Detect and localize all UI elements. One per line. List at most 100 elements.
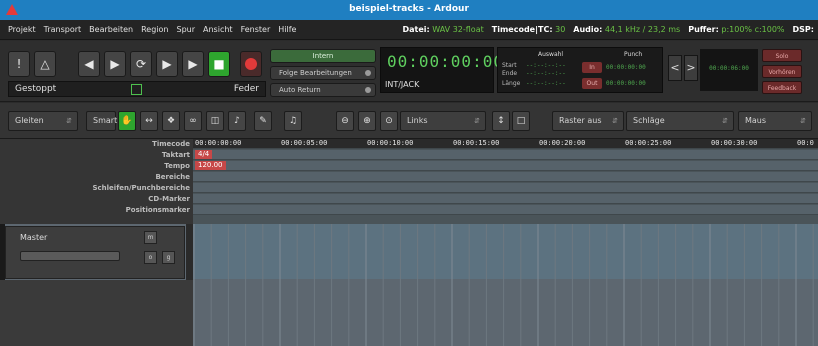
record-button[interactable] <box>240 51 262 77</box>
smart-mode-button[interactable]: Smart <box>86 111 118 131</box>
ruler-label-cd-marker[interactable]: CD-Marker <box>148 195 190 205</box>
tick-label: 00:00:10:00 <box>367 139 414 147</box>
timecode-status: Timecode|TC: 30 <box>491 25 566 34</box>
intern-button[interactable]: Intern <box>270 49 376 63</box>
vorhoren-button[interactable]: Vorhören <box>762 65 802 78</box>
mute-button[interactable]: m <box>144 231 157 244</box>
range-tool-icon[interactable]: ↔ <box>140 111 158 131</box>
laenge-value[interactable]: --:--:--:-- <box>526 80 566 87</box>
smart-label: Smart <box>93 116 118 125</box>
panic-button[interactable]: ! <box>8 51 30 77</box>
tempo-ruler[interactable]: 120.00 <box>193 161 818 171</box>
primary-clock[interactable]: 00:00:00:00 INT/JACK <box>380 47 503 93</box>
punch-in-value[interactable]: 00:00:00:00 <box>606 64 646 71</box>
zoom-focus-dropdown[interactable]: Links ⇵ <box>400 111 486 131</box>
cd-marker-ruler[interactable] <box>193 194 818 204</box>
zoom-in-icon[interactable]: ⊕ <box>358 111 376 131</box>
audition-tool-icon[interactable]: ◫ <box>206 111 224 131</box>
transport-state: Gestoppt Feder <box>8 81 266 97</box>
nudge-clock[interactable]: 00:00:06:00 <box>700 49 758 91</box>
grid-type-value: Schläge <box>633 116 665 125</box>
master-track-lane[interactable] <box>193 224 818 279</box>
transport-state-label: Gestoppt <box>15 84 57 94</box>
edit-mode-dropdown[interactable]: Gleiten ⇵ <box>8 111 78 131</box>
ruler-label-timecode[interactable]: Timecode <box>152 140 190 150</box>
menu-ansicht[interactable]: Ansicht <box>203 25 233 34</box>
ruler-label-schleifen[interactable]: Schleifen/Punchbereiche <box>92 184 190 194</box>
ruler-label-positionsmarker[interactable]: Positionsmarker <box>126 206 190 216</box>
punch-in-button[interactable]: In <box>582 62 602 73</box>
follow-checkbox[interactable] <box>131 84 142 95</box>
playlist-button[interactable]: o <box>144 251 157 264</box>
track-name[interactable]: Master <box>20 233 47 242</box>
follow-edits-button[interactable]: Folge Bearbeitungen <box>270 66 376 80</box>
auto-return-label: Auto Return <box>279 86 321 94</box>
stretch-tool-icon[interactable]: ∞ <box>184 111 202 131</box>
ende-label: Ende <box>502 70 518 77</box>
edit-toolbar: Gleiten ⇵ Smart ✋ ↔ ❖ ∞ ◫ ♪ ✎ ♫ ⊖ ⊕ ⊙ Lin… <box>0 103 818 139</box>
ruler-label-taktart[interactable]: Taktart <box>162 151 190 161</box>
gain-fader[interactable] <box>20 251 120 261</box>
loop-button[interactable]: ⟳ <box>130 51 152 77</box>
tempo-marker[interactable]: 120.00 <box>195 161 226 170</box>
menu-fenster[interactable]: Fenster <box>241 25 271 34</box>
empty-header-area <box>0 280 193 346</box>
meter-ruler[interactable]: 4/4 <box>193 150 818 160</box>
auto-return-button[interactable]: Auto Return <box>270 83 376 97</box>
position-marker-ruler[interactable] <box>193 205 818 215</box>
follow-edits-led-icon <box>365 70 371 76</box>
zoom-focus-value: Links <box>407 116 428 125</box>
menu-list: Projekt Transport Bearbeiten Region Spur… <box>8 25 296 34</box>
zoom-session-icon[interactable]: ⊙ <box>380 111 398 131</box>
menu-spur[interactable]: Spur <box>177 25 196 34</box>
menu-region[interactable]: Region <box>141 25 168 34</box>
ende-value[interactable]: --:--:--:-- <box>526 70 566 77</box>
menu-hilfe[interactable]: Hilfe <box>278 25 296 34</box>
internal-edit-tool-icon[interactable]: ♫ <box>284 111 302 131</box>
range-ruler[interactable] <box>193 172 818 182</box>
start-value[interactable]: --:--:--:-- <box>526 62 566 69</box>
ruler-label-tempo[interactable]: Tempo <box>164 162 190 172</box>
automation-button[interactable]: g <box>162 251 175 264</box>
auswahl-header: Auswahl <box>538 51 564 58</box>
punch-out-value[interactable]: 00:00:00:00 <box>606 80 646 87</box>
snap-point-dropdown[interactable]: Maus ⇵ <box>738 111 812 131</box>
play-button[interactable]: ▶ <box>182 51 204 77</box>
goto-end-button[interactable]: ▶ <box>104 51 126 77</box>
tick-label: 00:00:30:00 <box>711 139 758 147</box>
cut-tool-icon[interactable]: ❖ <box>162 111 180 131</box>
track-canvas[interactable]: Master m o g <box>0 224 818 346</box>
edit-mode-value: Gleiten <box>15 116 44 125</box>
grid-type-dropdown[interactable]: Schläge ⇵ <box>626 111 734 131</box>
shrink-tracks-icon[interactable]: ↕ <box>492 111 510 131</box>
grab-tool-icon[interactable]: ✋ <box>118 111 136 131</box>
ruler-tracks[interactable]: 00:00:00:00 00:00:05:00 00:00:10:00 00:0… <box>193 139 818 224</box>
menu-bearbeiten[interactable]: Bearbeiten <box>89 25 133 34</box>
metronome-button[interactable]: △ <box>34 51 56 77</box>
start-label: Start <box>502 62 517 69</box>
feedback-button[interactable]: Feedback <box>762 81 802 94</box>
zoom-out-icon[interactable]: ⊖ <box>336 111 354 131</box>
play-range-button[interactable]: ▶ <box>156 51 178 77</box>
snap-mode-dropdown[interactable]: Raster aus ⇵ <box>552 111 624 131</box>
expand-tracks-icon[interactable]: □ <box>512 111 530 131</box>
timecode-ruler[interactable]: 00:00:00:00 00:00:05:00 00:00:10:00 00:0… <box>193 139 818 149</box>
meter-marker[interactable]: 4/4 <box>195 150 213 159</box>
stop-button[interactable]: ■ <box>208 51 230 77</box>
menu-projekt[interactable]: Projekt <box>8 25 36 34</box>
solo-button[interactable]: Solo <box>762 49 802 62</box>
punch-out-button[interactable]: Out <box>582 78 602 89</box>
chevron-updown-icon: ⇵ <box>800 117 806 125</box>
ruler-label-bereiche[interactable]: Bereiche <box>155 173 190 183</box>
master-track-header[interactable]: Master m o g <box>5 226 185 279</box>
loop-punch-ruler[interactable] <box>193 183 818 193</box>
feder-label: Feder <box>233 84 259 94</box>
speaker-tool-icon[interactable]: ♪ <box>228 111 246 131</box>
tick-label: 00:00:00:00 <box>195 139 242 147</box>
auto-return-led-icon <box>365 87 371 93</box>
goto-start-button[interactable]: ◀ <box>78 51 100 77</box>
draw-tool-icon[interactable]: ✎ <box>254 111 272 131</box>
nudge-forward-button[interactable]: > <box>684 55 698 81</box>
menu-transport[interactable]: Transport <box>44 25 82 34</box>
nudge-back-button[interactable]: < <box>668 55 682 81</box>
